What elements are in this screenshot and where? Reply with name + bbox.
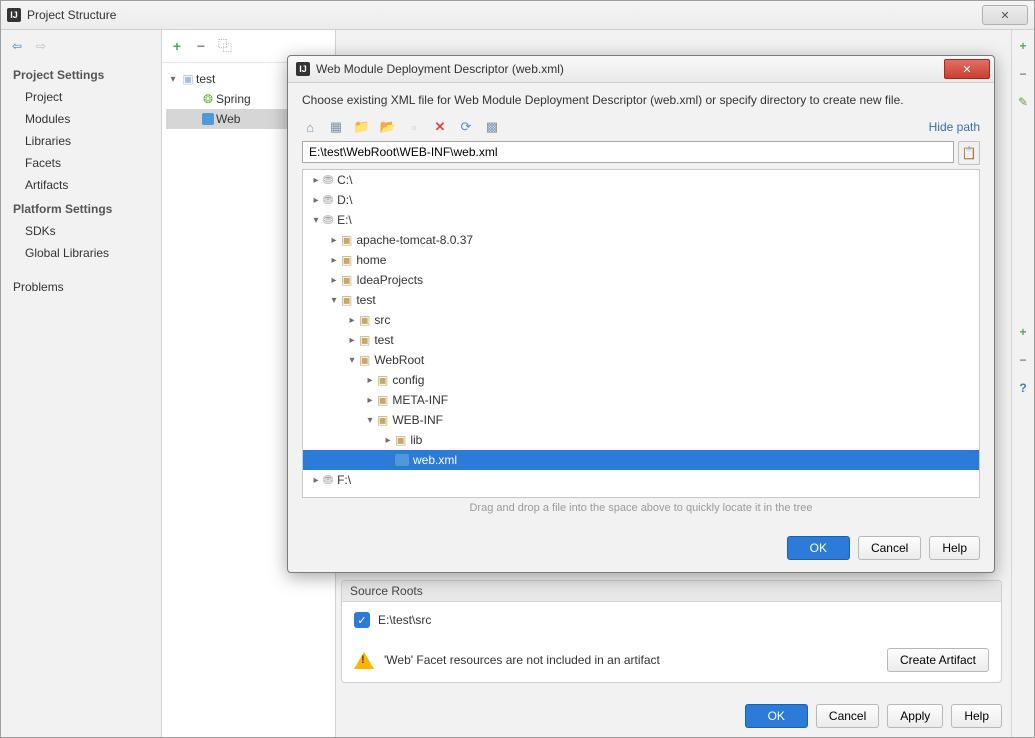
disabled-icon: ▫ [406,119,422,135]
path-input[interactable] [302,141,954,163]
right-gutter: + − ✎ + − ? [1011,30,1034,738]
titlebar: IJ Project Structure ✕ [1,1,1034,30]
add-facet-button[interactable]: + [170,39,184,53]
path-input-row: 📋 [302,141,980,165]
modal-titlebar: IJ Web Module Deployment Descriptor (web… [288,56,994,83]
drag-hint: Drag and drop a file into the space abov… [302,498,980,514]
tree-folder-test-sub[interactable]: ▸▣test [303,330,979,350]
create-artifact-button[interactable]: Create Artifact [887,648,989,672]
show-hidden-icon[interactable]: ▩ [484,119,500,135]
gutter-add2-icon[interactable]: + [1015,324,1031,340]
source-roots-header: Source Roots [342,581,1001,602]
sidebar-item-libraries[interactable]: Libraries [1,130,161,152]
tree-drive-f[interactable]: ▸⛃F:\ [303,470,979,490]
dialog-buttons: OK Cancel Apply Help [745,704,1002,728]
nav-arrows: ⇦ ⇨ [1,36,161,62]
window-title: Project Structure [27,8,982,22]
home-icon[interactable]: ⌂ [302,119,318,135]
modal-toolbar: ⌂ ▦ 📁 📂 ▫ ✕ ⟳ ▩ Hide path [302,117,980,141]
sidebar-item-facets[interactable]: Facets [1,152,161,174]
source-root-row[interactable]: ✓ E:\test\src [342,602,1001,638]
nav-back-button[interactable]: ⇦ [9,38,25,54]
modal-buttons: OK Cancel Help [288,522,994,572]
refresh-icon[interactable]: ⟳ [458,119,474,135]
tree-folder-webinf[interactable]: ▾▣WEB-INF [303,410,979,430]
tree-folder-metainf[interactable]: ▸▣META-INF [303,390,979,410]
module-dir-icon[interactable]: 📂 [380,119,396,135]
tree-drive-c[interactable]: ▸⛃C:\ [303,170,979,190]
app-logo-icon: IJ [7,8,21,22]
sidebar-item-modules[interactable]: Modules [1,108,161,130]
tree-folder-test[interactable]: ▾▣test [303,290,979,310]
history-button[interactable]: 📋 [958,141,980,165]
help-button[interactable]: Help [951,704,1002,728]
modal-close-button[interactable]: ✕ [944,59,990,79]
cancel-button[interactable]: Cancel [816,704,879,728]
gutter-remove2-icon[interactable]: − [1015,352,1031,368]
file-tree[interactable]: ▸⛃C:\ ▸⛃D:\ ▾⛃E:\ ▸▣apache-tomcat-8.0.37… [302,169,980,498]
sidebar-item-global-libraries[interactable]: Global Libraries [1,242,161,264]
gutter-remove-icon[interactable]: − [1015,66,1031,82]
apply-button[interactable]: Apply [887,704,943,728]
tree-folder-tomcat[interactable]: ▸▣apache-tomcat-8.0.37 [303,230,979,250]
source-roots-box: Source Roots ✓ E:\test\src 'Web' Facet r… [341,580,1002,683]
sidebar-header-platform: Platform Settings [1,196,161,220]
modal-hint: Choose existing XML file for Web Module … [302,93,980,107]
artifact-warning-row: 'Web' Facet resources are not included i… [342,638,1001,682]
modal-body: Choose existing XML file for Web Module … [288,83,994,522]
modal-ok-button[interactable]: OK [787,536,850,560]
tree-folder-lib[interactable]: ▸▣lib [303,430,979,450]
source-root-path: E:\test\src [378,613,431,627]
web-icon [200,112,216,126]
tree-folder-idea[interactable]: ▸▣IdeaProjects [303,270,979,290]
tree-drive-d[interactable]: ▸⛃D:\ [303,190,979,210]
modal-help-button[interactable]: Help [929,536,980,560]
copy-facet-button[interactable]: ⿻ [218,39,232,53]
tree-folder-home[interactable]: ▸▣home [303,250,979,270]
new-folder-icon[interactable]: 📁 [354,119,370,135]
ok-button[interactable]: OK [745,704,808,728]
modal-cancel-button[interactable]: Cancel [858,536,921,560]
tree-file-webxml[interactable]: web.xml [303,450,979,470]
file-chooser-dialog: IJ Web Module Deployment Descriptor (web… [287,55,995,573]
window-close-button[interactable]: ✕ [982,5,1028,25]
gutter-help-icon[interactable]: ? [1015,380,1031,396]
tree-folder-config[interactable]: ▸▣config [303,370,979,390]
hide-path-link[interactable]: Hide path [929,120,980,134]
modal-title: Web Module Deployment Descriptor (web.xm… [316,62,944,76]
modal-logo-icon: IJ [296,62,310,76]
sidebar-item-project[interactable]: Project [1,86,161,108]
spring-icon: ❂ [200,92,216,106]
tree-folder-webroot[interactable]: ▾▣WebRoot [303,350,979,370]
source-root-checkbox[interactable]: ✓ [354,612,370,628]
gutter-add-icon[interactable]: + [1015,38,1031,54]
module-icon: ▣ [180,72,196,86]
sidebar-item-artifacts[interactable]: Artifacts [1,174,161,196]
sidebar-header-project: Project Settings [1,62,161,86]
artifact-warning-text: 'Web' Facet resources are not included i… [384,653,877,667]
sidebar: ⇦ ⇨ Project Settings Project Modules Lib… [1,30,162,738]
xml-file-icon [395,454,409,466]
gutter-edit-icon[interactable]: ✎ [1015,94,1031,110]
project-structure-window: IJ Project Structure ✕ ⇦ ⇨ Project Setti… [0,0,1035,738]
sidebar-item-sdks[interactable]: SDKs [1,220,161,242]
nav-forward-button[interactable]: ⇨ [33,38,49,54]
tree-drive-e[interactable]: ▾⛃E:\ [303,210,979,230]
delete-icon[interactable]: ✕ [432,119,448,135]
remove-facet-button[interactable]: − [194,39,208,53]
sidebar-item-problems[interactable]: Problems [1,276,161,298]
tree-folder-src[interactable]: ▸▣src [303,310,979,330]
project-icon[interactable]: ▦ [328,119,344,135]
warning-icon [354,652,374,669]
